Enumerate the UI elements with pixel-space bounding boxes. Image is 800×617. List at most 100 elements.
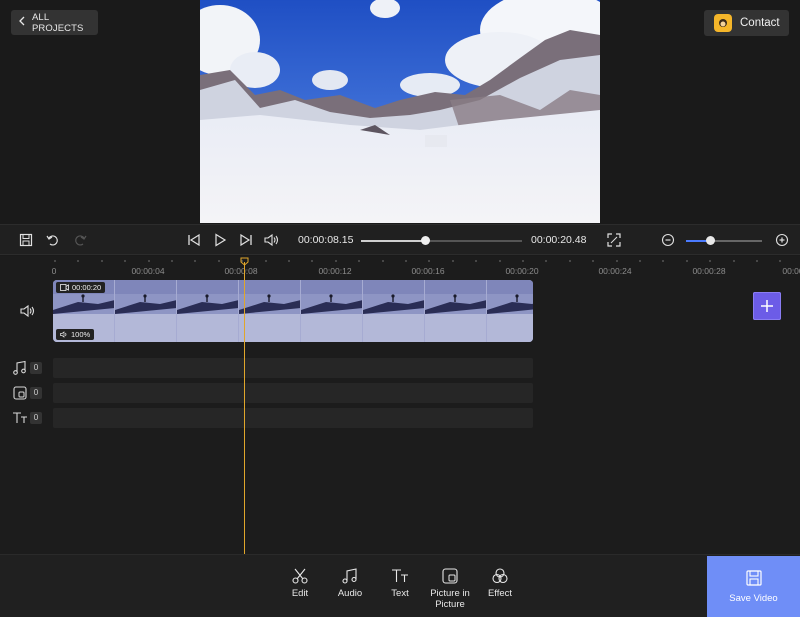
tick-label: 00:00 <box>782 266 800 276</box>
tick-label: 00:00:12 <box>318 266 352 276</box>
contact-button[interactable]: Contact <box>704 10 789 36</box>
ruler-dot <box>498 260 501 262</box>
clip-duration-badge: 00:00:20 <box>56 282 106 293</box>
ruler-dot <box>405 260 407 262</box>
seek-slider[interactable] <box>361 236 522 245</box>
play-icon[interactable] <box>211 231 229 249</box>
save-disk-icon <box>745 570 762 586</box>
text-label: Text <box>391 588 409 599</box>
text-track-lane[interactable] <box>53 408 533 428</box>
track-volume-icon[interactable] <box>20 304 36 323</box>
ruler-dot <box>54 260 56 262</box>
ruler-dot <box>194 260 197 262</box>
save-video-label: Save Video <box>729 593 778 604</box>
ruler-dot <box>475 260 478 262</box>
audio-tool-button[interactable]: Audio <box>322 567 378 599</box>
ruler-dot <box>756 260 758 262</box>
ruler-dot <box>615 260 618 262</box>
zoom-slider[interactable] <box>686 236 762 245</box>
ruler-dot <box>592 260 595 262</box>
zoom-handle[interactable] <box>706 236 716 245</box>
add-media-button[interactable] <box>753 292 781 320</box>
ruler-dot <box>288 260 290 262</box>
zoom-out-icon[interactable] <box>659 231 677 249</box>
edit-tool-button[interactable]: Edit <box>272 567 328 599</box>
tick-label: 0 <box>51 266 57 276</box>
ruler-dot <box>662 260 665 262</box>
skip-forward-icon[interactable] <box>237 231 255 249</box>
playhead-handle-icon[interactable] <box>240 257 249 266</box>
text-tool-button[interactable]: Text <box>372 567 428 599</box>
contact-label: Contact <box>740 17 780 29</box>
clip-volume: 100% <box>71 330 91 339</box>
pip-tool-button[interactable]: Picture in Picture <box>422 567 478 610</box>
save-project-icon[interactable] <box>17 231 35 249</box>
clip-duration: 00:00:20 <box>72 283 102 292</box>
ruler-dot <box>381 260 384 262</box>
music-note-icon <box>342 568 357 584</box>
ruler-dot <box>685 260 688 262</box>
clip-thumbnail-frame <box>425 280 487 342</box>
text-track[interactable]: 0 <box>0 408 540 428</box>
video-preview[interactable] <box>200 0 600 223</box>
playhead[interactable] <box>244 262 245 554</box>
skip-back-icon[interactable] <box>185 231 203 249</box>
music-track[interactable]: 0 <box>0 358 540 378</box>
zoom-in-icon[interactable] <box>773 231 791 249</box>
ruler-dot <box>264 260 267 262</box>
picture-in-picture-icon <box>442 568 458 584</box>
tick-label: 00:00:28 <box>692 266 726 276</box>
video-clip[interactable]: 00:00:20 100% <box>53 280 533 342</box>
ruler-dot <box>334 260 337 262</box>
ruler-dot <box>171 260 173 262</box>
tick-label: 00:00:20 <box>505 266 539 276</box>
pip-track-lane[interactable] <box>53 383 533 403</box>
player-controls: 00:00:08.15 00:00:20.48 <box>0 224 800 255</box>
ruler-dot <box>147 260 150 262</box>
effect-tool-button[interactable]: Effect <box>472 567 528 599</box>
music-track-lane[interactable] <box>53 358 533 378</box>
tick-label: 00:00:04 <box>131 266 165 276</box>
ruler-dot <box>428 260 431 262</box>
total-time: 00:00:20.48 <box>531 234 587 246</box>
ruler-dot <box>639 260 641 262</box>
chevron-left-icon <box>18 16 26 29</box>
clip-thumbnail-frame <box>115 280 177 342</box>
save-video-button[interactable]: Save Video <box>707 556 800 617</box>
ruler-dot <box>709 260 712 262</box>
effect-label: Effect <box>487 588 513 599</box>
music-note-icon <box>12 360 28 376</box>
pip-track[interactable]: 0 <box>0 383 540 403</box>
ruler-dot <box>545 260 548 262</box>
redo-icon[interactable] <box>71 231 89 249</box>
ruler-dot <box>124 260 127 262</box>
ruler-dot <box>77 260 80 262</box>
ruler-dot <box>311 260 314 262</box>
tick-label: 00:00:08 <box>224 266 258 276</box>
clip-thumbnail-frame <box>177 280 239 342</box>
ruler-dot <box>451 260 454 262</box>
ruler-dot <box>217 260 220 262</box>
video-camera-icon <box>60 284 69 291</box>
seek-handle[interactable] <box>421 236 431 245</box>
clip-thumbnail-frame <box>239 280 301 342</box>
ruler-dot <box>100 260 103 262</box>
speaker-icon <box>60 331 67 338</box>
undo-icon[interactable] <box>44 231 62 249</box>
ruler-dot <box>568 260 571 262</box>
clip-volume-badge[interactable]: 100% <box>56 329 95 340</box>
picture-in-picture-icon <box>12 385 28 401</box>
clip-thumbnail-frame <box>363 280 425 342</box>
pip-track-count: 0 <box>30 387 42 399</box>
text-track-count: 0 <box>30 412 42 424</box>
clip-thumbnail-frame <box>301 280 363 342</box>
all-projects-button[interactable]: ALL PROJECTS <box>11 10 98 35</box>
clip-thumbnail-frame <box>487 280 533 342</box>
volume-icon[interactable] <box>263 231 281 249</box>
fullscreen-icon[interactable] <box>605 231 623 249</box>
ruler-dot <box>732 260 735 262</box>
text-icon <box>12 410 28 426</box>
audio-label: Audio <box>337 588 363 599</box>
ruler-dot <box>358 260 361 262</box>
time-ruler[interactable]: 0 00:00:04 00:00:08 00:00:12 00:00:16 00… <box>0 256 800 278</box>
